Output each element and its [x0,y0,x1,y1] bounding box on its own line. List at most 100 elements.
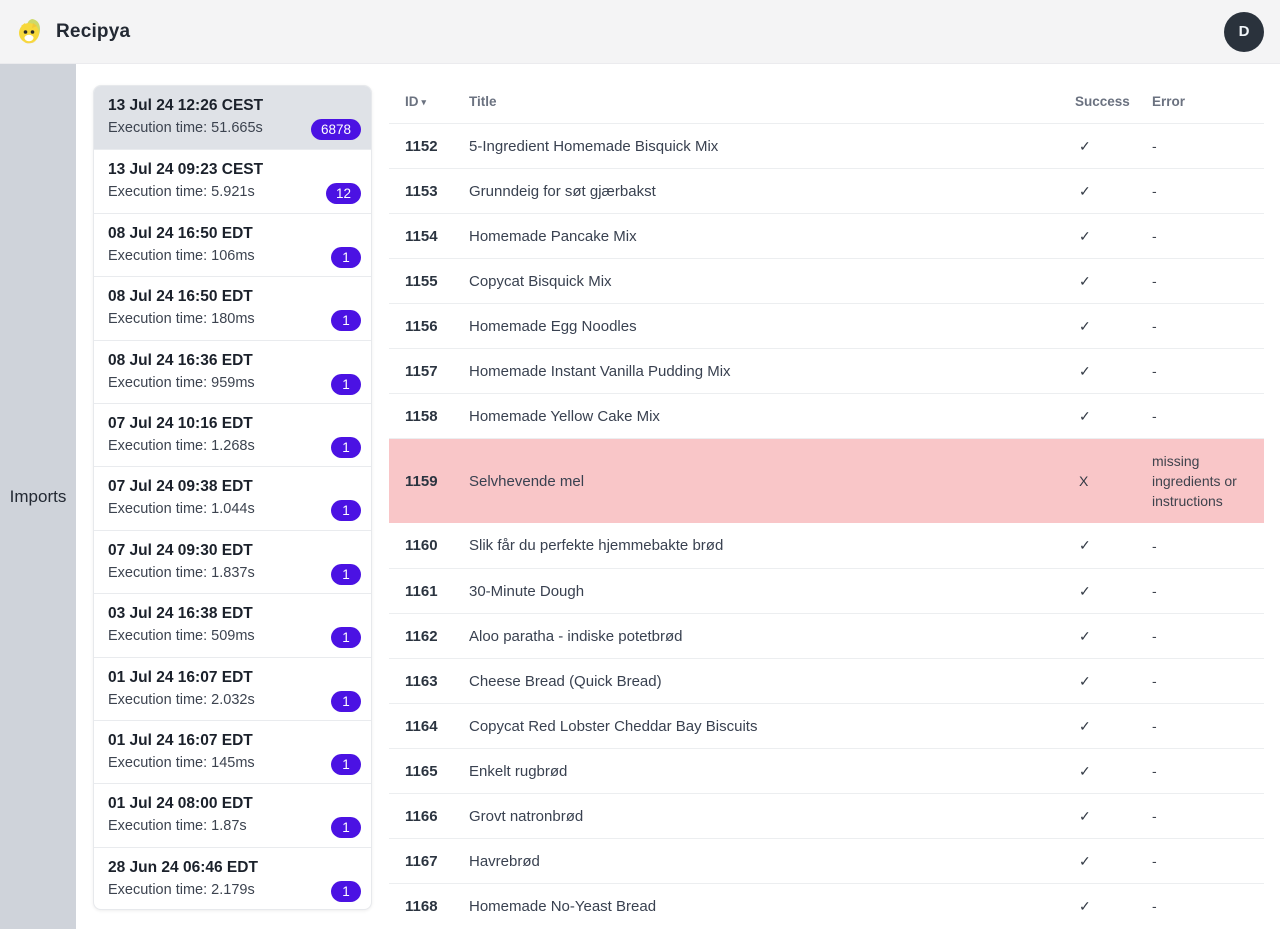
row-error: - [1152,663,1264,699]
import-date: 01 Jul 24 08:00 EDT [108,793,357,815]
import-execution-time: Execution time: 2.032s [108,689,357,711]
row-success: ✓ [1075,673,1152,690]
row-id: 1168 [389,898,469,915]
row-title: Copycat Red Lobster Cheddar Bay Biscuits [469,718,1075,735]
import-date: 13 Jul 24 09:23 CEST [108,159,357,181]
row-success: ✓ [1075,318,1152,335]
import-list-item[interactable]: 07 Jul 24 09:30 EDTExecution time: 1.837… [94,530,371,593]
row-error: - [1152,618,1264,654]
row-error: - [1152,353,1264,389]
import-date: 01 Jul 24 16:07 EDT [108,667,357,689]
row-success: ✓ [1075,763,1152,780]
topbar: Recipya D [0,0,1280,64]
table-row: 11525-Ingredient Homemade Bisquick Mix✓- [389,123,1264,168]
row-error: - [1152,308,1264,344]
avatar[interactable]: D [1224,12,1264,52]
table-row: 1162Aloo paratha - indiske potetbrød✓- [389,613,1264,658]
import-count-badge: 1 [331,627,361,648]
row-success: ✓ [1075,273,1152,290]
import-count-badge: 1 [331,247,361,268]
row-id: 1155 [389,273,469,290]
row-title: Havrebrød [469,853,1075,870]
table-header-row: ID▾ Title Success Error [389,80,1264,123]
import-count-badge: 1 [331,691,361,712]
row-error: - [1152,798,1264,834]
row-title: Grunndeig for søt gjærbakst [469,183,1075,200]
recipes-table: ID▾ Title Success Error 11525-Ingredient… [389,80,1264,928]
table-row: 1160Slik får du perfekte hjemmebakte brø… [389,523,1264,568]
import-list-item[interactable]: 08 Jul 24 16:50 EDTExecution time: 106ms… [94,213,371,276]
row-title: Homemade Pancake Mix [469,228,1075,245]
import-count-badge: 1 [331,500,361,521]
import-count-badge: 1 [331,881,361,902]
row-title: 30-Minute Dough [469,583,1075,600]
row-title: Homemade Yellow Cake Mix [469,408,1075,425]
import-list-item[interactable]: 28 Jun 24 06:46 EDTExecution time: 2.179… [94,847,371,910]
import-list-item[interactable]: 08 Jul 24 16:50 EDTExecution time: 180ms… [94,276,371,339]
row-id: 1164 [389,718,469,735]
import-date: 07 Jul 24 10:16 EDT [108,413,357,435]
table-row: 1166Grovt natronbrød✓- [389,793,1264,838]
import-execution-time: Execution time: 1.837s [108,562,357,584]
table-row: 1164Copycat Red Lobster Cheddar Bay Bisc… [389,703,1264,748]
row-success: ✓ [1075,583,1152,600]
table-row: 1156Homemade Egg Noodles✓- [389,303,1264,348]
import-list-item[interactable]: 01 Jul 24 16:07 EDTExecution time: 145ms… [94,720,371,783]
import-list-item[interactable]: 07 Jul 24 09:38 EDTExecution time: 1.044… [94,466,371,529]
import-date: 08 Jul 24 16:50 EDT [108,286,357,308]
import-list-item[interactable]: 08 Jul 24 16:36 EDTExecution time: 959ms… [94,340,371,403]
row-success: ✓ [1075,898,1152,915]
import-count-badge: 1 [331,817,361,838]
row-error: - [1152,888,1264,924]
row-id: 1159 [389,473,469,490]
import-date: 08 Jul 24 16:36 EDT [108,350,357,372]
row-id: 1163 [389,673,469,690]
row-success: ✓ [1075,718,1152,735]
import-execution-time: Execution time: 145ms [108,752,357,774]
import-list-item[interactable]: 03 Jul 24 16:38 EDTExecution time: 509ms… [94,593,371,656]
import-execution-time: Execution time: 959ms [108,372,357,394]
import-date: 07 Jul 24 09:30 EDT [108,540,357,562]
row-title: Aloo paratha - indiske potetbrød [469,628,1075,645]
import-list-item[interactable]: 01 Jul 24 16:07 EDTExecution time: 2.032… [94,657,371,720]
import-count-badge: 1 [331,754,361,775]
import-list-item[interactable]: 01 Jul 24 08:00 EDTExecution time: 1.87s… [94,783,371,846]
table-row: 116130-Minute Dough✓- [389,568,1264,613]
imports-panel: 13 Jul 24 12:26 CESTExecution time: 51.6… [93,85,372,910]
import-execution-time: Execution time: 1.87s [108,815,357,837]
import-list-item[interactable]: 07 Jul 24 10:16 EDTExecution time: 1.268… [94,403,371,466]
row-title: Homemade No-Yeast Bread [469,898,1075,915]
import-count-badge: 1 [331,374,361,395]
row-title: Enkelt rugbrød [469,763,1075,780]
row-title: Copycat Bisquick Mix [469,273,1075,290]
table-row: 1163Cheese Bread (Quick Bread)✓- [389,658,1264,703]
app-logo-icon [16,17,46,47]
row-id: 1158 [389,408,469,425]
app-home-link[interactable]: Recipya [16,17,130,47]
import-date: 13 Jul 24 12:26 CEST [108,95,357,117]
row-error: - [1152,843,1264,879]
import-execution-time: Execution time: 180ms [108,308,357,330]
import-execution-time: Execution time: 106ms [108,245,357,267]
import-list-item[interactable]: 13 Jul 24 09:23 CESTExecution time: 5.92… [94,149,371,212]
row-title: Cheese Bread (Quick Bread) [469,673,1075,690]
row-title: Homemade Egg Noodles [469,318,1075,335]
row-success: ✓ [1075,363,1152,380]
row-error: - [1152,573,1264,609]
row-id: 1154 [389,228,469,245]
row-title: 5-Ingredient Homemade Bisquick Mix [469,138,1075,155]
import-date: 28 Jun 24 06:46 EDT [108,857,357,879]
main-area: Imports 13 Jul 24 12:26 CESTExecution ti… [0,64,1280,936]
column-header-title: Title [469,94,1075,109]
import-execution-time: Execution time: 2.179s [108,879,357,901]
table-row: 1154Homemade Pancake Mix✓- [389,213,1264,258]
row-success: ✓ [1075,628,1152,645]
import-count-badge: 6878 [311,119,361,140]
tab-imports[interactable]: Imports [10,487,67,507]
import-list-item[interactable]: 13 Jul 24 12:26 CESTExecution time: 51.6… [94,86,371,149]
row-title: Grovt natronbrød [469,808,1075,825]
import-count-badge: 12 [326,183,361,204]
column-header-id[interactable]: ID▾ [389,94,469,109]
row-error: - [1152,708,1264,744]
row-error: - [1152,398,1264,434]
